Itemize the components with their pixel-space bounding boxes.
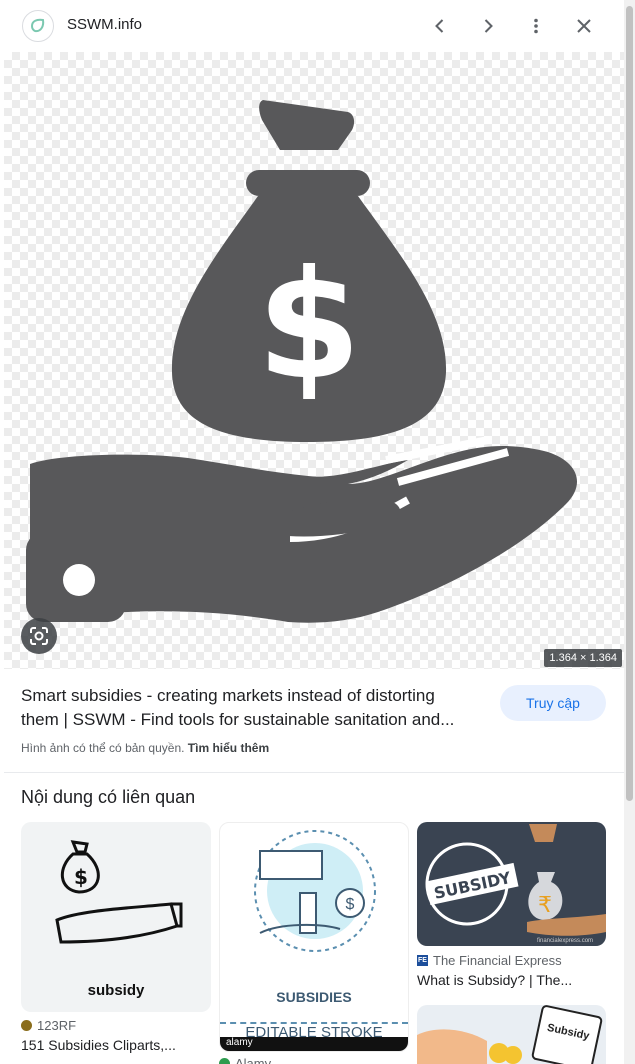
close-button[interactable] [568,10,600,42]
chevron-left-icon [435,19,444,33]
visit-button[interactable]: Truy cập [500,685,606,721]
related-source-1-label: 123RF [37,1018,77,1033]
related-image-4[interactable]: Subsidy [417,1005,606,1064]
divider [4,772,624,773]
copyright-text: Hình ảnh có thể có bản quyền. [21,741,185,755]
copyright-notice: Hình ảnh có thể có bản quyền. Tìm hiểu t… [21,741,269,755]
related-image-3[interactable]: SUBSIDY ₹ financialexpress.com [417,822,606,946]
related-image-1-caption: subsidy [87,982,145,999]
back-button[interactable] [424,10,456,42]
svg-text:₹: ₹ [538,892,552,917]
related-source-3-label: The Financial Express [433,953,562,968]
sswm-logo-icon[interactable] [22,10,54,42]
related-image-1[interactable]: $ subsidy [21,822,211,1012]
related-title-3[interactable]: What is Subsidy? | The... [417,972,606,988]
more-options-button[interactable] [520,10,552,42]
related-source-2: Alamy [219,1056,271,1064]
related-source-2-label: Alamy [235,1056,272,1064]
image-preview[interactable]: $ 1.364 × 1.364 [4,52,624,669]
hand-holding-money-bag-icon: $ [26,100,578,623]
related-image-2[interactable]: $ SUBSIDIES EDITABLE STROKE alamy [219,822,409,1052]
svg-text:$: $ [74,865,88,889]
google-lens-button[interactable] [21,618,57,654]
subsidies-illustration-icon: $ [254,830,376,952]
svg-text:$: $ [257,239,361,413]
forward-button[interactable] [472,10,504,42]
result-title-line1: Smart subsidies - creating markets inste… [21,686,435,705]
alamy-watermark: alamy [220,1037,408,1051]
result-title-line2: them | SSWM - Find tools for sustainable… [21,710,455,729]
svg-text:$: $ [346,896,355,913]
123rf-favicon-icon [21,1020,32,1031]
hand-money-bag-outline-icon: $ [55,840,183,944]
image-dimensions: 1.364 × 1.364 [544,649,622,667]
site-name[interactable]: SSWM.info [67,16,142,33]
related-heading: Nội dung có liên quan [21,787,196,807]
scrollbar[interactable] [624,0,635,1064]
scrollbar-thumb[interactable] [626,6,633,801]
subsidy-stamp-hand-bag-icon: SUBSIDY ₹ financialexpress.com [425,824,606,944]
related-source-1: 123RF [21,1018,76,1033]
subsidy-clipboard-coins-icon: Subsidy [417,1005,603,1064]
viewer-header: SSWM.info [0,0,624,52]
related-source-3: FE The Financial Express [417,953,562,968]
image-viewer-panel: SSWM.info $ 1.364 × 1.364 Smart subsidie… [0,0,624,1064]
result-title[interactable]: Smart subsidies - creating markets inste… [21,684,491,732]
more-vert-icon [534,18,538,34]
learn-more-link[interactable]: Tìm hiểu thêm [188,741,269,755]
related-image-2-caption: SUBSIDIES [276,989,352,1005]
alamy-favicon-icon [219,1058,230,1064]
fe-watermark: financialexpress.com [537,938,593,944]
financial-express-favicon-icon: FE [417,955,428,966]
google-lens-icon [30,627,48,645]
related-title-1[interactable]: 151 Subsidies Cliparts,... [21,1037,211,1053]
chevron-right-icon [484,19,493,33]
close-icon [577,19,591,33]
